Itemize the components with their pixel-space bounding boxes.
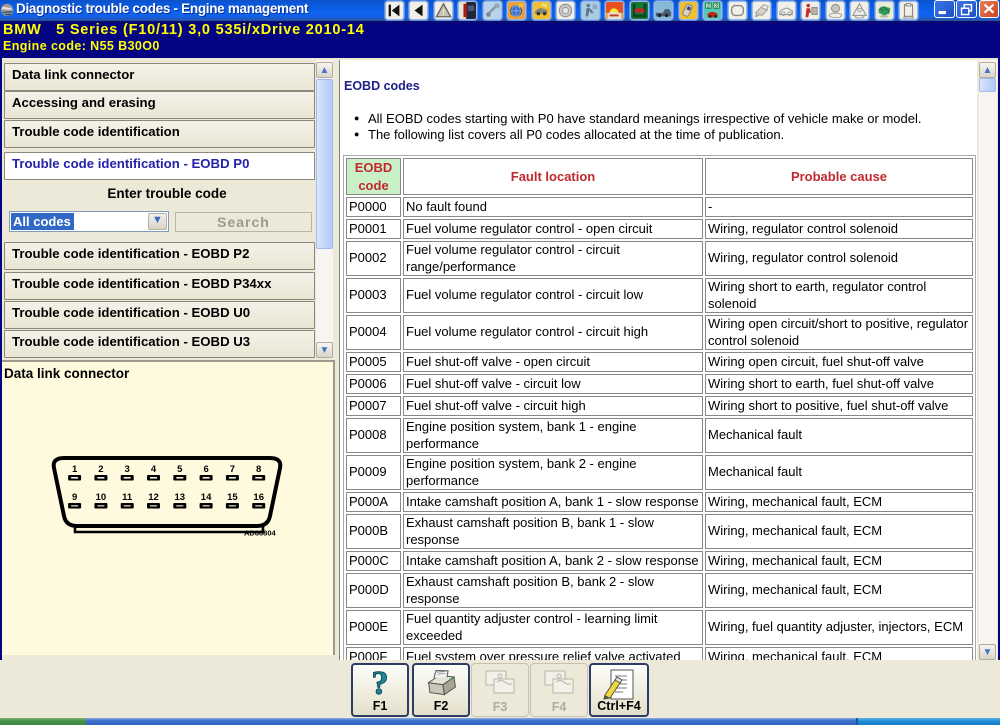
svg-text:10: 10	[96, 492, 107, 503]
svg-text:6: 6	[203, 464, 208, 475]
svg-text:4: 4	[151, 464, 157, 475]
svg-text:9: 9	[72, 492, 77, 503]
svg-text:2: 2	[98, 464, 103, 475]
svg-text:14: 14	[201, 492, 212, 503]
svg-text:16: 16	[253, 492, 264, 503]
svg-text:11: 11	[122, 492, 133, 503]
svg-text:5: 5	[177, 464, 183, 475]
svg-text:?: ?	[372, 666, 389, 700]
svg-text:8: 8	[256, 464, 261, 475]
svg-text:13: 13	[175, 492, 186, 503]
svg-text:12: 12	[148, 492, 159, 503]
svg-text:!: !	[442, 7, 445, 17]
svg-text:1: 1	[72, 464, 78, 475]
svg-text:AD88804: AD88804	[244, 529, 277, 538]
svg-text:3: 3	[715, 3, 718, 9]
svg-text:2: 2	[707, 3, 710, 9]
svg-text:3: 3	[125, 464, 130, 475]
svg-text:7: 7	[230, 464, 235, 475]
svg-text:15: 15	[227, 492, 238, 503]
